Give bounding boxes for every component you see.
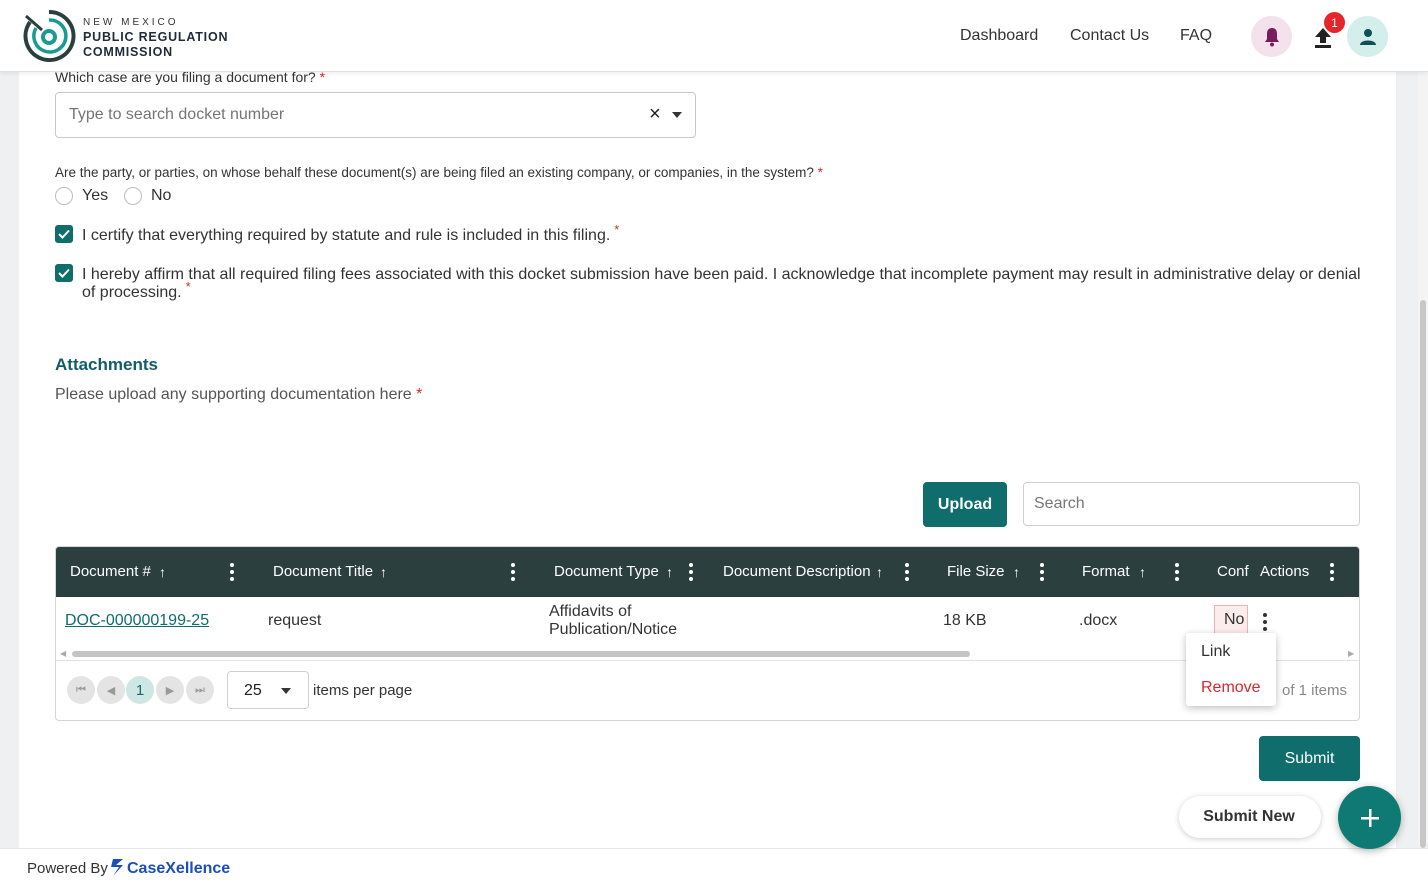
- page-size-value: 25: [244, 682, 262, 699]
- column-menu-icon[interactable]: [905, 563, 909, 581]
- document-number-link[interactable]: DOC-000000199-25: [65, 612, 209, 630]
- row-actions-menu-icon[interactable]: [1263, 613, 1267, 631]
- menu-item-link[interactable]: Link: [1201, 643, 1230, 661]
- radio-yes[interactable]: [55, 187, 73, 205]
- sort-arrow-icon[interactable]: ↑: [380, 564, 387, 580]
- nav-contact-us-link[interactable]: Contact Us: [1070, 27, 1149, 45]
- page-footer: Powered By CaseXellence: [0, 848, 1428, 885]
- radio-no[interactable]: [124, 187, 142, 205]
- radio-no-label[interactable]: No: [151, 187, 171, 205]
- chevron-down-icon: [281, 688, 291, 694]
- casexellence-logo-icon: [111, 859, 123, 876]
- format-cell: .docx: [1079, 612, 1118, 629]
- column-header-document-type[interactable]: Document Type: [554, 563, 659, 580]
- horizontal-scroll-thumb[interactable]: [72, 651, 970, 657]
- filing-form-card: [19, 72, 1396, 848]
- sort-arrow-icon[interactable]: ↑: [876, 564, 883, 580]
- column-menu-icon[interactable]: [1330, 563, 1334, 581]
- column-menu-icon[interactable]: [511, 563, 515, 581]
- sort-arrow-icon[interactable]: ↑: [159, 564, 166, 580]
- attachments-subtitle: Please upload any supporting documentati…: [55, 386, 423, 403]
- sort-arrow-icon[interactable]: ↑: [1139, 564, 1146, 580]
- page-size-select[interactable]: 25: [227, 671, 309, 709]
- first-page-icon[interactable]: ⏮: [67, 676, 95, 704]
- nav-faq-link[interactable]: FAQ: [1180, 27, 1212, 45]
- checkmark-icon: [58, 229, 70, 239]
- document-title-cell: request: [268, 612, 322, 629]
- submit-new-fab[interactable]: [1338, 786, 1401, 849]
- column-menu-icon[interactable]: [689, 563, 693, 581]
- scroll-right-icon[interactable]: ▶: [1348, 649, 1354, 658]
- nav-dashboard-link[interactable]: Dashboard: [960, 27, 1038, 45]
- sort-arrow-icon[interactable]: ↑: [1013, 564, 1020, 580]
- casexellence-brand[interactable]: CaseXellence: [127, 860, 230, 878]
- menu-item-remove[interactable]: Remove: [1201, 679, 1261, 697]
- column-header-format[interactable]: Format: [1082, 563, 1130, 580]
- confidential-status-badge: No: [1214, 605, 1248, 635]
- bell-icon: [1264, 27, 1279, 46]
- notifications-button[interactable]: [1251, 16, 1292, 57]
- attachments-table: Document # ↑ Document Title ↑ Document T…: [55, 546, 1360, 721]
- logo-line-1: NEW MEXICO: [83, 17, 179, 28]
- clear-icon[interactable]: ×: [649, 103, 661, 126]
- prc-logo-icon[interactable]: [22, 8, 76, 64]
- upload-button[interactable]: Upload: [923, 482, 1007, 527]
- submit-new-label[interactable]: Submit New: [1179, 796, 1321, 838]
- scroll-left-icon[interactable]: ◀: [60, 649, 66, 658]
- table-header-row: Document # ↑ Document Title ↑ Document T…: [56, 547, 1359, 597]
- file-size-cell: 18 KB: [943, 612, 987, 629]
- column-header-document-description[interactable]: Document Description: [723, 563, 871, 580]
- column-header-confidential[interactable]: Conf: [1217, 563, 1251, 580]
- column-menu-icon[interactable]: [1175, 563, 1179, 581]
- affirm-fees-checkbox[interactable]: [55, 264, 73, 282]
- column-menu-icon[interactable]: [1040, 563, 1044, 581]
- document-type-cell-line1: Affidavits of: [549, 603, 632, 620]
- next-page-icon[interactable]: ▶: [156, 676, 184, 704]
- docket-search-select[interactable]: Type to search docket number ×: [55, 92, 696, 138]
- logo-line-2: PUBLIC REGULATION: [83, 30, 229, 44]
- column-header-document-title[interactable]: Document Title: [273, 563, 373, 580]
- plus-icon: [1360, 808, 1379, 827]
- checkmark-icon: [58, 268, 70, 278]
- sort-arrow-icon[interactable]: ↑: [666, 564, 673, 580]
- affirm-fees-label: I hereby affirm that all required filing…: [82, 266, 1361, 301]
- table-horizontal-scrollbar[interactable]: ◀ ▶: [60, 649, 1354, 658]
- upload-count-badge: 1: [1324, 12, 1345, 33]
- column-menu-icon[interactable]: [230, 563, 234, 581]
- top-header: NEW MEXICO PUBLIC REGULATION COMMISSION …: [0, 0, 1428, 72]
- items-per-page-label: items per page: [313, 682, 413, 699]
- page-scrollbar-thumb[interactable]: [1420, 300, 1426, 848]
- column-header-actions[interactable]: Actions: [1260, 563, 1309, 580]
- column-header-file-size[interactable]: File Size: [947, 563, 1005, 580]
- last-page-icon[interactable]: ⏭: [186, 676, 214, 704]
- chevron-down-icon[interactable]: [672, 112, 682, 118]
- row-actions-popup: Link Remove: [1186, 633, 1276, 706]
- page-number-button[interactable]: 1: [126, 676, 154, 704]
- submit-button[interactable]: Submit: [1259, 736, 1360, 781]
- attachments-search-input[interactable]: [1023, 482, 1360, 526]
- existing-party-question-label: Are the party, or parties, on whose beha…: [55, 165, 823, 180]
- document-type-cell-line2: Publication/Notice: [549, 621, 678, 638]
- previous-page-icon[interactable]: ◀: [97, 676, 125, 704]
- docket-search-placeholder: Type to search docket number: [69, 106, 285, 123]
- certify-checkbox[interactable]: [55, 225, 73, 243]
- table-pager: ⏮ ◀ 1 ▶ ⏭ 25 items per page of 1 items: [56, 660, 1359, 720]
- user-avatar-button[interactable]: [1347, 16, 1388, 57]
- column-header-document-number[interactable]: Document #: [70, 563, 151, 580]
- certify-label: I certify that everything required by st…: [82, 222, 620, 244]
- powered-by-label: Powered By: [27, 860, 108, 877]
- attachments-heading: Attachments: [55, 355, 158, 374]
- pager-info: of 1 items: [1282, 682, 1348, 699]
- user-icon: [1359, 28, 1376, 45]
- radio-yes-label[interactable]: Yes: [82, 187, 108, 205]
- logo-wordmark: NEW MEXICO PUBLIC REGULATION COMMISSION: [83, 15, 228, 60]
- logo-line-3: COMMISSION: [83, 45, 173, 59]
